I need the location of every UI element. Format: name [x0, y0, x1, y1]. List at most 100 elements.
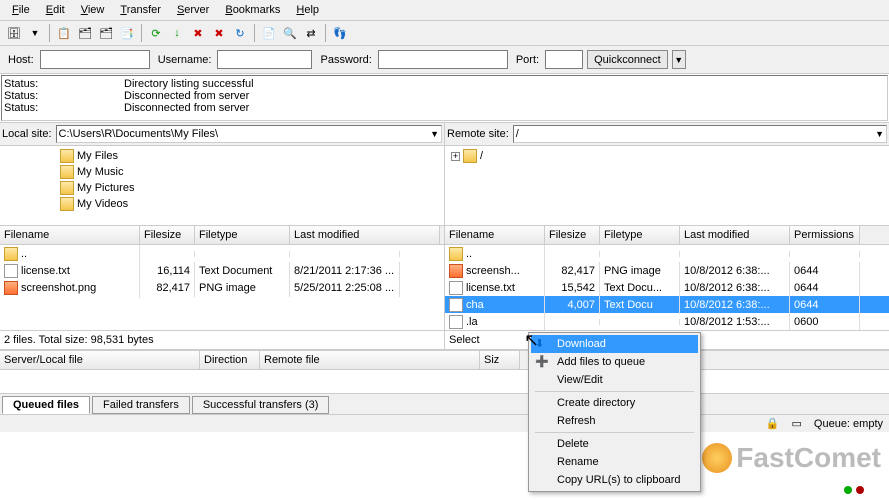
- site-manager-dropdown[interactable]: ▼: [25, 23, 45, 43]
- tree-node-label[interactable]: My Pictures: [77, 182, 134, 194]
- column-header[interactable]: Last modified: [290, 226, 440, 244]
- context-item-view-edit[interactable]: View/Edit: [531, 371, 698, 389]
- refresh-icon[interactable]: ⟳: [146, 23, 166, 43]
- file-icon: [449, 298, 463, 312]
- host-label: Host:: [8, 54, 34, 66]
- quickconnect-dropdown[interactable]: ▼: [672, 50, 686, 69]
- file-row[interactable]: ..: [0, 245, 444, 262]
- file-name: license.txt: [466, 282, 515, 294]
- menu-edit[interactable]: Edit: [38, 2, 73, 18]
- toggle-queue-icon[interactable]: 📑: [117, 23, 137, 43]
- context-item-refresh[interactable]: Refresh: [531, 412, 698, 430]
- expand-icon[interactable]: +: [451, 152, 460, 161]
- transfer-type-icon[interactable]: ▭: [792, 417, 802, 430]
- toggle-tree-icon[interactable]: 🗂: [75, 23, 95, 43]
- host-input[interactable]: [40, 50, 150, 69]
- remote-pane: Remote site: /▼ +/ FilenameFilesizeFilet…: [445, 123, 889, 350]
- password-input[interactable]: [378, 50, 508, 69]
- status-dot-red: [856, 486, 864, 494]
- compare-icon[interactable]: 🔍: [280, 23, 300, 43]
- cursor-icon: ↖: [524, 330, 539, 351]
- process-queue-icon[interactable]: ↓: [167, 23, 187, 43]
- queue-tab[interactable]: Queued files: [2, 396, 90, 414]
- file-row[interactable]: screenshot.png82,417PNG image5/25/2011 2…: [0, 279, 444, 296]
- menu-file[interactable]: File: [4, 2, 38, 18]
- column-header[interactable]: Filename: [445, 226, 545, 244]
- watermark: FastComet: [702, 442, 881, 474]
- menu-help[interactable]: Help: [288, 2, 327, 18]
- reconnect-icon[interactable]: ↻: [230, 23, 250, 43]
- remote-tree[interactable]: +/: [445, 146, 889, 226]
- remote-list-header[interactable]: FilenameFilesizeFiletypeLast modifiedPer…: [445, 226, 889, 245]
- context-item-delete[interactable]: Delete: [531, 435, 698, 453]
- menu-bookmarks[interactable]: Bookmarks: [217, 2, 288, 18]
- sync-browse-icon[interactable]: ⇄: [301, 23, 321, 43]
- column-header[interactable]: Filesize: [545, 226, 600, 244]
- column-header[interactable]: Filetype: [600, 226, 680, 244]
- file-row[interactable]: license.txt16,114Text Document8/21/2011 …: [0, 262, 444, 279]
- queue-tabs: Queued filesFailed transfersSuccessful t…: [0, 394, 889, 414]
- context-item-label: Refresh: [557, 415, 596, 427]
- toggle-remote-tree-icon[interactable]: 🗂: [96, 23, 116, 43]
- remote-file-list[interactable]: ..screensh...82,417PNG image10/8/2012 6:…: [445, 245, 889, 330]
- column-header[interactable]: Filetype: [195, 226, 290, 244]
- file-row[interactable]: screensh...82,417PNG image10/8/2012 6:38…: [445, 262, 889, 279]
- file-row[interactable]: license.txt15,542Text Docu...10/8/2012 6…: [445, 279, 889, 296]
- column-header[interactable]: Direction: [200, 351, 260, 369]
- queue-status-label: Queue: empty: [814, 418, 883, 430]
- column-header[interactable]: Last modified: [680, 226, 790, 244]
- column-header[interactable]: Server/Local file: [0, 351, 200, 369]
- quickconnect-button[interactable]: Quickconnect: [587, 50, 668, 69]
- context-menu: ⬇Download➕Add files to queueView/Edit Cre…: [528, 332, 701, 492]
- column-header[interactable]: Filename: [0, 226, 140, 244]
- queue-tab[interactable]: Successful transfers (3): [192, 396, 330, 414]
- queue-list[interactable]: [0, 370, 889, 394]
- context-item-label: Add files to queue: [557, 356, 645, 368]
- password-label: Password:: [320, 54, 371, 66]
- tree-node-label[interactable]: My Files: [77, 150, 118, 162]
- context-item-label: Rename: [557, 456, 599, 468]
- username-input[interactable]: [217, 50, 312, 69]
- local-path-combo[interactable]: C:\Users\R\Documents\My Files\▼: [56, 125, 442, 143]
- quickconnect-bar: Host: Username: Password: Port: Quickcon…: [0, 46, 889, 74]
- file-name: screenshot.png: [21, 282, 96, 294]
- folder-icon: [449, 247, 463, 261]
- context-item-add-files-to-queue[interactable]: ➕Add files to queue: [531, 353, 698, 371]
- file-icon: [449, 281, 463, 295]
- column-header[interactable]: Filesize: [140, 226, 195, 244]
- file-row[interactable]: .la10/8/2012 1:53:...0600: [445, 313, 889, 330]
- tree-node-label[interactable]: My Videos: [77, 198, 128, 210]
- port-input[interactable]: [545, 50, 583, 69]
- disconnect-icon[interactable]: ✖: [209, 23, 229, 43]
- file-name: license.txt: [21, 265, 70, 277]
- local-tree[interactable]: My Files My Music My Pictures My Videos: [0, 146, 444, 226]
- file-name: screensh...: [466, 265, 520, 277]
- folder-icon: [463, 149, 477, 163]
- message-log[interactable]: Status:Directory listing successfulStatu…: [1, 75, 888, 121]
- file-name: .la: [466, 316, 478, 328]
- column-header[interactable]: Siz: [480, 351, 520, 369]
- menu-view[interactable]: View: [73, 2, 113, 18]
- tree-node-label[interactable]: My Music: [77, 166, 123, 178]
- context-item-label: Download: [557, 338, 606, 350]
- remote-path-combo[interactable]: /▼: [513, 125, 887, 143]
- context-item-download[interactable]: ⬇Download: [531, 335, 698, 353]
- local-file-list[interactable]: ..license.txt16,114Text Document8/21/201…: [0, 245, 444, 330]
- filter-icon[interactable]: 📄: [259, 23, 279, 43]
- menu-server[interactable]: Server: [169, 2, 217, 18]
- queue-tab[interactable]: Failed transfers: [92, 396, 190, 414]
- search-icon[interactable]: 👣: [330, 23, 350, 43]
- site-manager-icon[interactable]: 🗄: [4, 23, 24, 43]
- context-item-copy-url-s-to-clipboard[interactable]: Copy URL(s) to clipboard: [531, 471, 698, 489]
- local-list-header[interactable]: FilenameFilesizeFiletypeLast modified: [0, 226, 444, 245]
- context-item-rename[interactable]: Rename: [531, 453, 698, 471]
- toggle-log-icon[interactable]: 📋: [54, 23, 74, 43]
- queue-header[interactable]: Server/Local fileDirectionRemote fileSiz: [0, 350, 889, 370]
- column-header[interactable]: Remote file: [260, 351, 480, 369]
- file-row[interactable]: ..: [445, 245, 889, 262]
- cancel-icon[interactable]: ✖: [188, 23, 208, 43]
- column-header[interactable]: Permissions: [790, 226, 860, 244]
- context-item-create-directory[interactable]: Create directory: [531, 394, 698, 412]
- file-row[interactable]: cha4,007Text Docu10/8/2012 6:38:...0644: [445, 296, 889, 313]
- menu-transfer[interactable]: Transfer: [112, 2, 169, 18]
